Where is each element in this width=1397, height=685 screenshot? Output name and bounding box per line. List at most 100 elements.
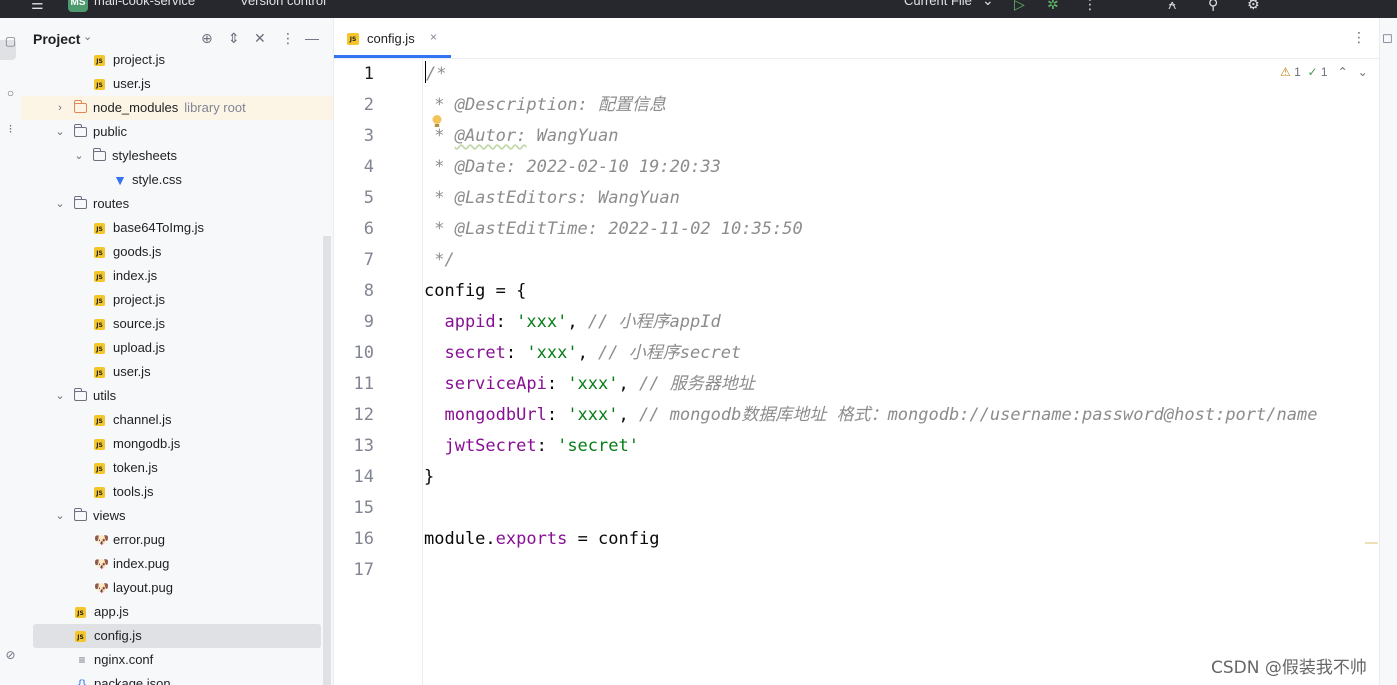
code-line-5[interactable]: * @LastEditors: WangYuan bbox=[424, 183, 680, 214]
tree-item[interactable]: JS upload.js bbox=[21, 336, 333, 360]
chevron-down-icon[interactable]: ⌄ bbox=[54, 384, 66, 408]
code-line-11[interactable]: serviceApi: 'xxx', // 服务器地址 bbox=[424, 369, 754, 400]
code-line-10[interactable]: secret: 'xxx', // 小程序secret bbox=[424, 338, 741, 369]
tree-item[interactable]: JS token.js bbox=[21, 456, 333, 480]
notifications-icon[interactable]: ◻ bbox=[1382, 30, 1393, 46]
code-line-9[interactable]: appid: 'xxx', // 小程序appId bbox=[424, 307, 720, 338]
tree-item[interactable]: JS user.js bbox=[21, 72, 333, 96]
code-line-8[interactable]: config = { bbox=[424, 276, 526, 307]
inspection-widget[interactable]: ⚠ 1 ✓ 1 ⌃ ⌄ bbox=[1280, 65, 1368, 79]
line-number[interactable]: 2 bbox=[334, 90, 374, 121]
tree-item[interactable]: JS project.js bbox=[21, 288, 333, 312]
code-line-12[interactable]: mongodbUrl: 'xxx', // mongodb数据库地址 格式：mo… bbox=[424, 400, 1317, 431]
tree-item[interactable]: JS app.js bbox=[21, 600, 333, 624]
tree-item[interactable]: JS index.js bbox=[21, 264, 333, 288]
tree-item[interactable]: ⌄ views bbox=[21, 504, 333, 528]
chevron-down-icon[interactable]: ⌄ bbox=[54, 192, 66, 216]
tree-item[interactable]: JS source.js bbox=[21, 312, 333, 336]
tree-item[interactable]: 🐶 layout.pug bbox=[21, 576, 333, 600]
collapse-all-icon[interactable]: ✕ bbox=[254, 30, 266, 47]
tree-item[interactable]: ⌄ utils bbox=[21, 384, 333, 408]
chevron-down-icon[interactable]: ⌄ bbox=[54, 120, 66, 144]
tree-item[interactable]: ⌄ stylesheets bbox=[21, 144, 333, 168]
line-number[interactable]: 13 bbox=[334, 431, 374, 462]
project-tool-icon[interactable]: ▢ bbox=[0, 34, 21, 48]
code-line-13[interactable]: jwtSecret: 'secret' bbox=[424, 431, 639, 462]
debug-icon[interactable]: ✲ bbox=[1047, 0, 1059, 13]
vcs-widget[interactable]: Version control bbox=[240, 0, 326, 8]
run-icon[interactable]: ▷ bbox=[1014, 0, 1025, 13]
options-icon[interactable]: ⋮ bbox=[281, 30, 295, 47]
folder-icon bbox=[74, 508, 87, 521]
line-number[interactable]: 15 bbox=[334, 493, 374, 524]
tree-item[interactable]: JS channel.js bbox=[21, 408, 333, 432]
run-config-selector[interactable]: Current File bbox=[904, 0, 972, 8]
tree-item[interactable]: 🐶 error.pug bbox=[21, 528, 333, 552]
chevron-down-icon[interactable]: ⌄ bbox=[73, 144, 85, 168]
chevron-down-icon[interactable]: ⌄ bbox=[982, 0, 994, 9]
tree-item[interactable]: ⌄ routes bbox=[21, 192, 333, 216]
search-icon[interactable]: ⚲ bbox=[1208, 0, 1218, 13]
code-line-7[interactable]: */ bbox=[424, 245, 454, 276]
tree-item[interactable]: {} package.json bbox=[21, 672, 333, 685]
line-number[interactable]: 4 bbox=[334, 152, 374, 183]
tab-config-js[interactable]: JS config.js × bbox=[334, 18, 452, 58]
js-file-icon: JS bbox=[75, 607, 86, 618]
line-number[interactable]: 3 bbox=[334, 121, 374, 152]
watermark: CSDN @假装我不帅 bbox=[1211, 658, 1367, 678]
tree-item[interactable]: ▼ style.css bbox=[21, 168, 333, 192]
tree-item[interactable]: 🐶 index.pug bbox=[21, 552, 333, 576]
tree-item[interactable]: ⌄ public bbox=[21, 120, 333, 144]
structure-tool-icon[interactable]: ⁝ bbox=[0, 122, 21, 136]
tree-item[interactable]: JS base64ToImg.js bbox=[21, 216, 333, 240]
tree-item[interactable]: ≡ nginx.conf bbox=[21, 648, 333, 672]
line-number[interactable]: 5 bbox=[334, 183, 374, 214]
line-number[interactable]: 1 bbox=[334, 59, 374, 90]
tree-item[interactable]: JS config.js bbox=[33, 624, 321, 648]
commit-tool-icon[interactable]: ○ bbox=[0, 86, 21, 100]
line-number[interactable]: 16 bbox=[334, 524, 374, 555]
line-number[interactable]: 14 bbox=[334, 462, 374, 493]
tree-item[interactable]: › node_modules library root bbox=[21, 96, 333, 120]
line-number[interactable]: 9 bbox=[334, 307, 374, 338]
tab-options-icon[interactable]: ⋮ bbox=[1352, 29, 1366, 46]
hide-panel-icon[interactable]: — bbox=[305, 30, 319, 46]
project-badge[interactable]: MS bbox=[68, 0, 88, 12]
line-number[interactable]: 7 bbox=[334, 245, 374, 276]
tree-scrollbar[interactable] bbox=[323, 236, 331, 685]
code-line-3[interactable]: * @Autor: WangYuan bbox=[424, 121, 618, 152]
project-name[interactable]: mall-cook-service bbox=[94, 0, 195, 8]
main-menu-icon[interactable]: ☰ bbox=[31, 0, 44, 13]
chevron-right-icon[interactable]: › bbox=[54, 96, 66, 120]
line-number[interactable]: 12 bbox=[334, 400, 374, 431]
tree-item[interactable]: JS mongodb.js bbox=[21, 432, 333, 456]
tree-item[interactable]: JS goods.js bbox=[21, 240, 333, 264]
next-highlight-icon[interactable]: ⌄ bbox=[1358, 65, 1368, 79]
tree-item[interactable]: JS user.js bbox=[21, 360, 333, 384]
tree-item[interactable]: JS tools.js bbox=[21, 480, 333, 504]
previous-highlight-icon[interactable]: ⌃ bbox=[1338, 65, 1348, 79]
locate-file-icon[interactable]: ⊕ bbox=[201, 30, 213, 47]
code-line-6[interactable]: * @LastEditTime: 2022-11-02 10:35:50 bbox=[424, 214, 802, 245]
code-line-16[interactable]: module.exports = config bbox=[424, 524, 659, 555]
settings-icon[interactable]: ⚙ bbox=[1247, 0, 1260, 13]
code-line-1[interactable]: /* bbox=[424, 59, 446, 90]
add-user-icon[interactable]: ⍲ bbox=[1168, 0, 1176, 13]
code-line-4[interactable]: * @Date: 2022-02-10 19:20:33 bbox=[424, 152, 721, 183]
expand-all-icon[interactable]: ⇕ bbox=[228, 30, 240, 47]
line-number[interactable]: 6 bbox=[334, 214, 374, 245]
terminal-tool-icon[interactable]: ⊘ bbox=[0, 648, 21, 662]
line-number[interactable]: 17 bbox=[334, 555, 374, 586]
folder-icon bbox=[74, 388, 87, 401]
scrollbar-warning-marker[interactable] bbox=[1365, 542, 1378, 544]
project-panel-title[interactable]: Project bbox=[33, 31, 80, 47]
line-number[interactable]: 10 bbox=[334, 338, 374, 369]
chevron-down-icon[interactable]: ⌄ bbox=[54, 504, 66, 528]
code-line-14[interactable]: } bbox=[424, 462, 434, 493]
more-actions-icon[interactable]: ⋮ bbox=[1083, 0, 1097, 13]
close-icon[interactable]: × bbox=[430, 30, 437, 44]
code-line-2[interactable]: * @Description: 配置信息 bbox=[424, 90, 666, 121]
line-number[interactable]: 11 bbox=[334, 369, 374, 400]
chevron-down-icon[interactable]: ⌄ bbox=[83, 30, 92, 43]
line-number[interactable]: 8 bbox=[334, 276, 374, 307]
